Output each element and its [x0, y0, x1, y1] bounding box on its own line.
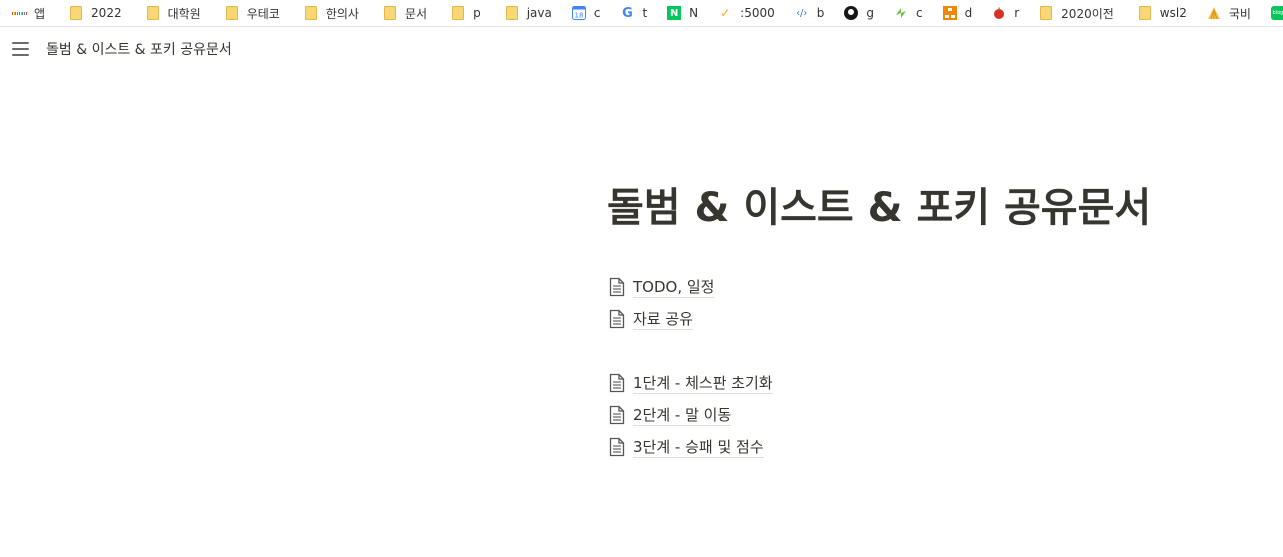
- page-icon: [609, 277, 625, 297]
- bookmark-java[interactable]: java: [487, 2, 558, 24]
- page-title: 돌범 & 이스트 & 포키 공유문서: [607, 185, 1152, 231]
- page-icon: [609, 309, 625, 329]
- naver-icon: N: [667, 6, 682, 20]
- bookmark-label: 우테코: [246, 6, 280, 21]
- topbar: 돌범 & 이스트 & 포키 공유문서: [0, 27, 1283, 71]
- bookmark-label: c: [593, 6, 601, 20]
- folder-icon: [304, 6, 318, 20]
- page-link-label: 자료 공유: [633, 309, 693, 330]
- swagger-icon: [894, 6, 908, 20]
- page-link-step2[interactable]: 2단계 - 말 이동: [608, 402, 732, 428]
- bookmark-label: g: [866, 6, 874, 20]
- bookmarks-bar: 앱 2022 대학원 우테코 한의사 문서 p java 18 c G t N …: [0, 0, 1283, 27]
- site-icon: ✓: [720, 6, 731, 20]
- bookmark-calendar[interactable]: 18 c: [558, 2, 607, 24]
- folder-icon: [505, 6, 519, 20]
- github-icon: [844, 6, 859, 20]
- page-link-step3[interactable]: 3단계 - 승패 및 점수: [608, 434, 764, 460]
- svg-text:18: 18: [574, 12, 583, 20]
- page-link-label: 2단계 - 말 이동: [633, 405, 732, 426]
- google-icon: G: [622, 5, 633, 21]
- bookmark-2022[interactable]: 2022: [51, 2, 128, 24]
- bookmark-label: 문서: [404, 6, 428, 21]
- bookmark-label: 한의사: [325, 6, 359, 21]
- bookmark-label: 대학원: [167, 6, 201, 21]
- page-link-resources[interactable]: 자료 공유: [608, 306, 693, 332]
- bookmark-swagger[interactable]: c: [880, 2, 929, 24]
- bookmark-google[interactable]: G t: [606, 2, 653, 24]
- blog-icon: blog: [1270, 6, 1283, 20]
- bookmark-label: r: [1014, 6, 1020, 20]
- page-link-label: 1단계 - 체스판 초기화: [633, 373, 773, 394]
- bookmark-naver[interactable]: N N: [653, 2, 704, 24]
- bookmark-label: c: [916, 6, 923, 20]
- bookmark-label: 2020이전: [1061, 6, 1114, 21]
- folder-icon: [146, 6, 160, 20]
- bookmark-label: 국비: [1228, 6, 1251, 21]
- bookmark-docs[interactable]: 문서: [365, 2, 433, 24]
- draw-icon: [942, 6, 957, 20]
- bookmark-wsl2[interactable]: wsl2: [1120, 2, 1193, 24]
- code-icon: ‹/›: [796, 7, 808, 19]
- folder-icon: [1039, 6, 1053, 20]
- shell-icon: [1207, 6, 1221, 20]
- bookmark-label: wsl2: [1159, 6, 1187, 20]
- apps-icon: [12, 6, 26, 20]
- bookmark-wootecho[interactable]: 우테코: [207, 2, 286, 24]
- page-icon: [609, 373, 625, 393]
- page-link-step1[interactable]: 1단계 - 체스판 초기화: [608, 370, 773, 396]
- folder-icon: [451, 6, 465, 20]
- bookmark-label: N: [689, 6, 699, 20]
- bookmark-5000[interactable]: ✓ :5000: [704, 2, 781, 24]
- bookmark-b[interactable]: ‹/› b: [781, 2, 831, 24]
- bookmark-label: :5000: [740, 6, 775, 20]
- bookmark-blog[interactable]: blog k: [1257, 2, 1283, 24]
- page-icon: [609, 405, 625, 425]
- bookmark-2020[interactable]: 2020이전: [1025, 2, 1120, 24]
- page-link-todo[interactable]: TODO, 일정: [608, 274, 715, 300]
- folder-icon: [69, 6, 83, 20]
- folder-icon: [225, 6, 239, 20]
- bookmark-github[interactable]: g: [830, 2, 880, 24]
- page-link-label: TODO, 일정: [633, 277, 715, 298]
- bookmark-graduate[interactable]: 대학원: [128, 2, 207, 24]
- bookmark-label: 앱: [34, 6, 46, 21]
- folder-icon: [383, 6, 397, 20]
- bookmark-r[interactable]: r: [978, 2, 1025, 24]
- page-link-label: 3단계 - 승패 및 점수: [633, 437, 764, 458]
- bookmark-draw[interactable]: d: [929, 2, 979, 24]
- bookmark-label: d: [964, 6, 973, 20]
- bookmark-doctor[interactable]: 한의사: [286, 2, 365, 24]
- bookmark-gukbi[interactable]: 국비: [1193, 2, 1257, 24]
- folder-icon: [1138, 6, 1152, 20]
- bookmark-label: java: [526, 6, 552, 20]
- apple-icon: [992, 6, 1006, 20]
- bookmark-label: 2022: [91, 6, 122, 20]
- page-icon: [609, 437, 625, 457]
- bookmark-label: p: [473, 6, 481, 20]
- breadcrumb[interactable]: 돌범 & 이스트 & 포키 공유문서: [46, 39, 232, 59]
- calendar-icon: 18: [571, 6, 586, 20]
- bookmark-apps[interactable]: 앱: [0, 2, 51, 24]
- bookmark-label: b: [816, 6, 825, 20]
- menu-icon[interactable]: [12, 42, 30, 56]
- bookmark-label: t: [642, 6, 648, 20]
- bookmark-p[interactable]: p: [433, 2, 487, 24]
